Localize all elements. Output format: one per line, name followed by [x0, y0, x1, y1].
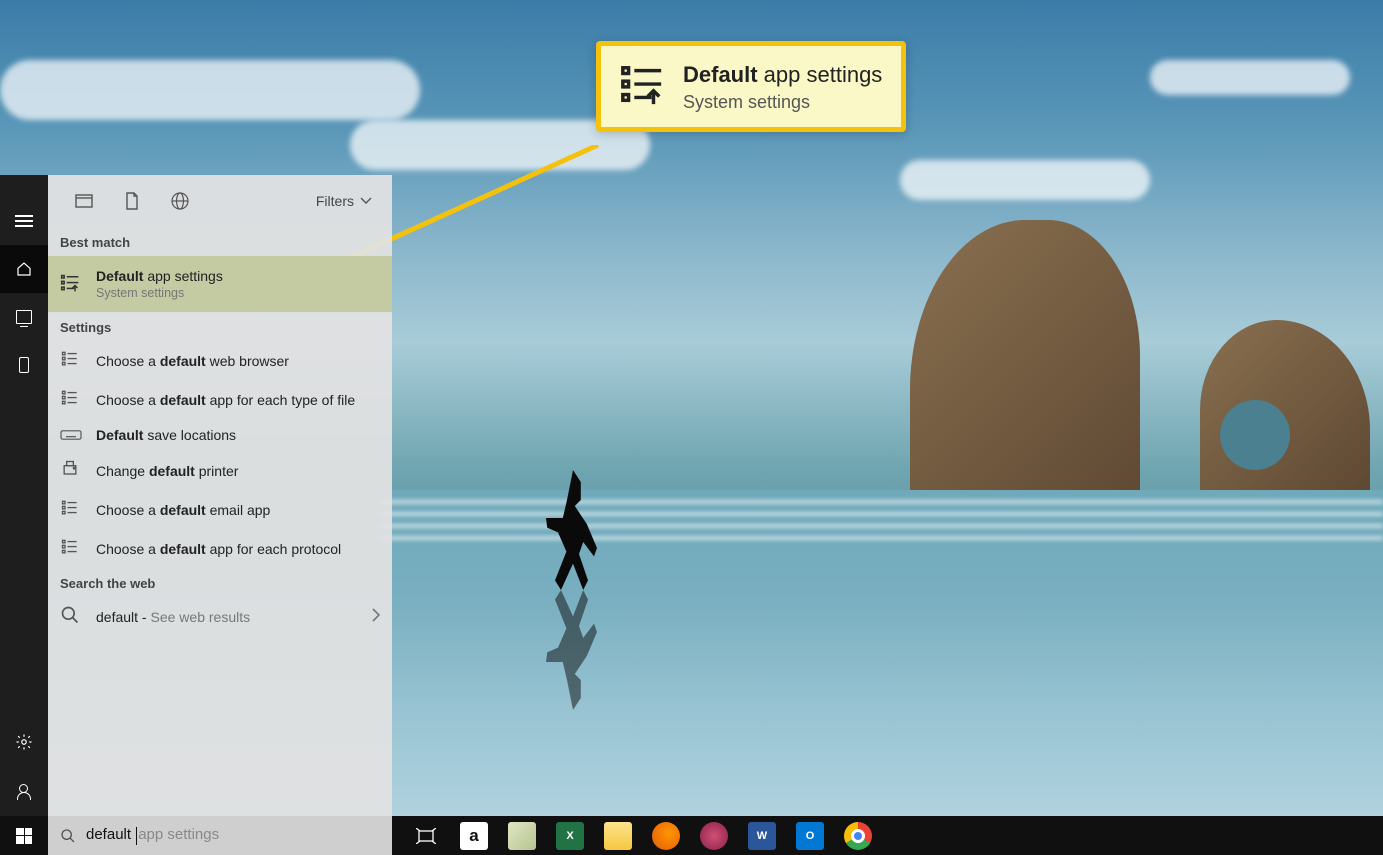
rail-devices-button[interactable]: [0, 341, 48, 389]
result-setting-2[interactable]: Default save locations: [48, 419, 392, 451]
hamburger-icon: [15, 215, 33, 227]
chrome-icon: [844, 822, 872, 850]
callout-title: Default app settings: [683, 62, 882, 88]
user-icon: [17, 784, 31, 800]
taskbar-search-box[interactable]: default app settings: [48, 816, 392, 855]
results-header: Filters: [48, 175, 392, 227]
globe-icon: [171, 192, 189, 210]
taskbar: default app settings a X W O: [0, 816, 1383, 855]
rock-arch-decoration: [1220, 400, 1290, 470]
taskbar-app-sticky-notes[interactable]: [498, 816, 546, 855]
task-view-icon: [416, 828, 436, 844]
result-setting-4[interactable]: Choose a default email app: [48, 490, 392, 529]
snip-sketch-icon: [700, 822, 728, 850]
chevron-down-icon: [360, 197, 372, 205]
callout-subtitle: System settings: [683, 92, 882, 113]
start-button[interactable]: [0, 816, 48, 855]
settings-list-icon: [60, 537, 82, 560]
result-title: Choose a default web browser: [96, 353, 289, 369]
rail-menu-button[interactable]: [0, 197, 48, 245]
cloud-decoration: [900, 160, 1150, 200]
task-view-button[interactable]: [402, 816, 450, 855]
result-web-search[interactable]: default - See web results: [48, 597, 392, 636]
outlook-icon: O: [796, 822, 824, 850]
settings-list-icon: [60, 498, 82, 521]
gear-icon: [15, 733, 33, 756]
section-search-web: Search the web: [48, 568, 392, 597]
taskbar-app-file-explorer[interactable]: [594, 816, 642, 855]
home-icon: [15, 261, 33, 277]
search-text: default app settings: [86, 826, 219, 844]
taskbar-app-chrome[interactable]: [834, 816, 882, 855]
monitor-icon: [16, 310, 32, 324]
callout-default-app-settings: Default app settings System settings: [596, 41, 906, 132]
rail-account-button[interactable]: [0, 768, 48, 816]
result-title: Choose a default app for each protocol: [96, 541, 341, 557]
document-icon: [125, 192, 139, 210]
result-title: Default save locations: [96, 427, 236, 443]
search-results-pane: Filters Best match Default app settings …: [48, 175, 392, 816]
device-icon: [19, 357, 29, 373]
taskbar-app-excel[interactable]: X: [546, 816, 594, 855]
rail-home-button[interactable]: [0, 245, 48, 293]
web-result-text: default - See web results: [96, 609, 250, 625]
result-title: Change default printer: [96, 463, 238, 479]
wave-decoration: [380, 500, 1383, 540]
result-setting-3[interactable]: Change default printer: [48, 451, 392, 490]
filters-label: Filters: [316, 193, 354, 209]
file-explorer-icon: [604, 822, 632, 850]
result-setting-0[interactable]: Choose a default web browser: [48, 341, 392, 380]
chevron-right-icon: [372, 608, 380, 625]
scope-all-button[interactable]: [60, 175, 108, 227]
taskbar-app-amazon[interactable]: a: [450, 816, 498, 855]
excel-icon: X: [556, 822, 584, 850]
search-icon: [60, 828, 76, 844]
scope-documents-button[interactable]: [108, 175, 156, 227]
firefox-icon: [652, 822, 680, 850]
word-icon: W: [748, 822, 776, 850]
settings-list-icon: [60, 273, 82, 296]
rail-settings-button[interactable]: [0, 720, 48, 768]
taskbar-app-snip-sketch[interactable]: [690, 816, 738, 855]
result-default-app-settings[interactable]: Default app settings System settings: [48, 256, 392, 312]
result-subtitle: System settings: [96, 286, 223, 300]
result-setting-1[interactable]: Choose a default app for each type of fi…: [48, 380, 392, 419]
settings-list-icon: [60, 349, 82, 372]
search-icon: [60, 605, 82, 628]
taskbar-app-word[interactable]: W: [738, 816, 786, 855]
sticky-notes-icon: [508, 822, 536, 850]
start-search-panel: Filters Best match Default app settings …: [0, 175, 392, 816]
section-best-match: Best match: [48, 227, 392, 256]
result-title: Default app settings: [96, 268, 223, 284]
section-settings: Settings: [48, 312, 392, 341]
settings-list-icon: [60, 388, 82, 411]
result-title: Choose a default app for each type of fi…: [96, 392, 355, 408]
settings-list-icon: [60, 427, 82, 443]
rail-apps-button[interactable]: [0, 293, 48, 341]
taskbar-app-firefox[interactable]: [642, 816, 690, 855]
cloud-decoration: [1150, 60, 1350, 95]
result-title: Choose a default email app: [96, 502, 270, 518]
windows-logo-icon: [16, 828, 32, 844]
settings-list-icon: [619, 62, 665, 113]
cloud-decoration: [0, 60, 420, 120]
scope-web-button[interactable]: [156, 175, 204, 227]
app-window-icon: [75, 194, 93, 208]
settings-list-icon: [60, 459, 82, 482]
taskbar-app-outlook[interactable]: O: [786, 816, 834, 855]
filters-button[interactable]: Filters: [308, 175, 380, 227]
result-setting-5[interactable]: Choose a default app for each protocol: [48, 529, 392, 568]
amazon-icon: a: [460, 822, 488, 850]
search-rail: [0, 175, 48, 816]
